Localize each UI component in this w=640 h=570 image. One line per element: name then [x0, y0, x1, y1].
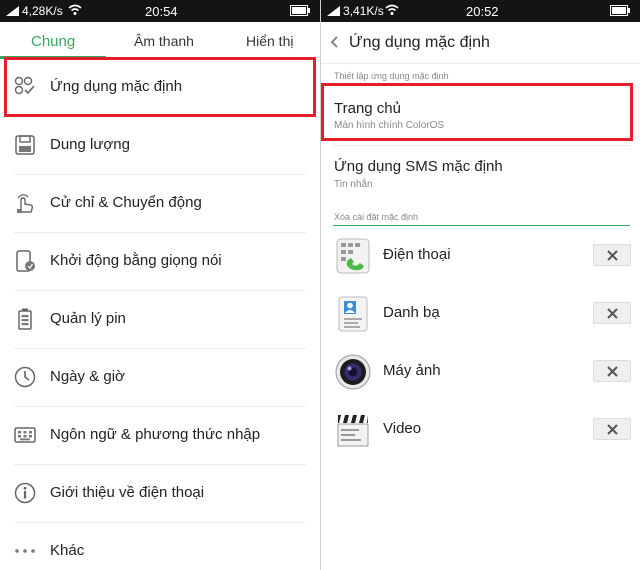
menu-label: Dung lượng [50, 136, 130, 153]
option-subtitle: Màn hình chính ColorOS [334, 120, 445, 131]
menu-label: Ứng dụng mặc định [50, 78, 183, 95]
close-icon [607, 308, 618, 319]
wifi-icon [385, 4, 399, 15]
sms-app-option[interactable]: Ứng dụng SMS mặc định Tin nhắn [321, 145, 640, 201]
network-speed: 3,41K/s [343, 4, 384, 18]
storage-icon [15, 135, 35, 155]
clear-default-button[interactable] [593, 244, 631, 266]
tab-general[interactable]: Chung [31, 33, 75, 50]
gesture-icon [17, 194, 34, 213]
close-icon [607, 424, 618, 435]
option-subtitle: Tin nhắn [334, 179, 373, 190]
menu-label: Ngày & giờ [50, 368, 125, 385]
app-bar: Ứng dụng mặc định [321, 22, 640, 64]
menu-label: Quản lý pin [50, 310, 126, 327]
battery-icon [18, 308, 32, 330]
app-row-contacts: Danh bạ [321, 284, 640, 342]
clock-icon [14, 366, 36, 388]
video-app-icon [337, 415, 369, 447]
page-title: Ứng dụng mặc định [349, 34, 490, 51]
menu-label: Cử chỉ & Chuyển động [50, 194, 202, 211]
clear-default-button[interactable] [593, 418, 631, 440]
settings-screen: 4,28K/s 20:54 Chung Âm thanh Hiển thị Ứn… [0, 0, 320, 570]
menu-label: Khởi động bằng giọng nói [50, 252, 222, 269]
menu-label: Giới thiệu về điện thoại [50, 484, 205, 501]
clock-time: 20:52 [466, 4, 499, 19]
menu-item-storage[interactable]: Dung lượng [0, 116, 320, 174]
section-header-default: Thiết lập ứng dụng mặc định [334, 71, 449, 81]
app-name: Video [383, 420, 422, 437]
menu-item-other[interactable]: Khác [0, 522, 320, 570]
app-name: Máy ảnh [383, 362, 441, 379]
app-row-camera: Máy ảnh [321, 342, 640, 400]
battery-status-icon [290, 5, 310, 16]
close-icon [607, 250, 618, 261]
tab-display[interactable]: Hiển thị [246, 33, 293, 49]
menu-label: Ngôn ngữ & phương thức nhập [50, 426, 261, 443]
keyboard-icon [14, 427, 36, 443]
default-apps-icon [14, 76, 35, 95]
menu-item-about-phone[interactable]: Giới thiệu về điện thoại [0, 464, 320, 522]
app-row-video: Video [321, 400, 640, 458]
status-bar: 4,28K/s 20:54 [0, 0, 320, 22]
app-row-phone: Điện thoại [321, 226, 640, 284]
network-speed: 4,28K/s [22, 4, 63, 18]
back-arrow-icon[interactable] [329, 34, 341, 50]
section-header-clear: Xóa cài đặt mặc định [334, 212, 419, 222]
menu-item-date-time[interactable]: Ngày & giờ [0, 348, 320, 406]
menu-item-gesture[interactable]: Cử chỉ & Chuyển động [0, 174, 320, 232]
signal-icon [327, 6, 340, 16]
camera-app-icon [335, 354, 371, 390]
menu-item-language-input[interactable]: Ngôn ngữ & phương thức nhập [0, 406, 320, 464]
tab-sound[interactable]: Âm thanh [134, 33, 194, 49]
voice-launch-icon [16, 250, 35, 272]
app-name: Danh bạ [383, 304, 440, 321]
app-name: Điện thoại [383, 246, 451, 263]
more-icon [15, 549, 35, 553]
menu-item-voice-launch[interactable]: Khởi động bằng giọng nói [0, 232, 320, 290]
menu-label: Khác [50, 542, 85, 559]
wifi-icon [68, 4, 82, 15]
close-icon [607, 366, 618, 377]
clear-default-button[interactable] [593, 302, 631, 324]
status-bar: 3,41K/s 20:52 [321, 0, 640, 22]
settings-tabs: Chung Âm thanh Hiển thị [0, 22, 320, 59]
battery-status-icon [610, 5, 630, 16]
menu-item-battery[interactable]: Quản lý pin [0, 290, 320, 348]
home-app-option[interactable]: Trang chủ Màn hình chính ColorOS [321, 82, 640, 138]
option-title: Trang chủ [334, 100, 401, 117]
default-apps-screen: 3,41K/s 20:52 Ứng dụng mặc định Thiết lậ… [320, 0, 640, 570]
option-title: Ứng dụng SMS mặc định [334, 158, 503, 175]
signal-icon [6, 6, 19, 16]
info-icon [14, 482, 36, 504]
clear-default-button[interactable] [593, 360, 631, 382]
clock-time: 20:54 [145, 4, 178, 19]
phone-app-icon [336, 238, 370, 274]
menu-item-default-apps[interactable]: Ứng dụng mặc định [0, 58, 320, 116]
contacts-app-icon [338, 296, 368, 332]
